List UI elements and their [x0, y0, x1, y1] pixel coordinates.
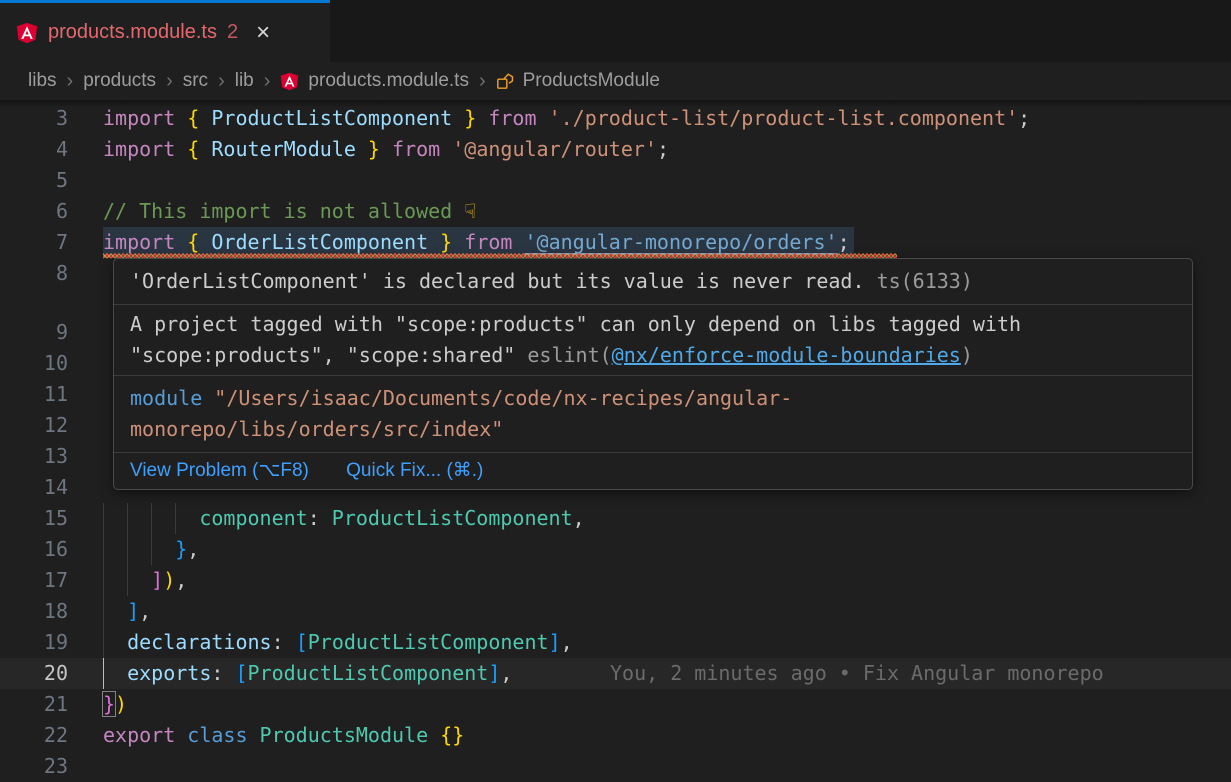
line-number: 20	[0, 658, 68, 689]
breadcrumb-item-symbol[interactable]: ProductsModule	[523, 70, 660, 92]
line-number: 3	[0, 103, 68, 134]
code-text: import { ProductListComponent } from './…	[103, 103, 1030, 134]
line-number: 9	[0, 317, 68, 348]
code-text: ],	[103, 596, 151, 627]
line-number: 18	[0, 596, 68, 627]
code-line-22[interactable]: 22 export class ProductsModule {}	[0, 720, 1231, 751]
code-line-4[interactable]: 4 import { RouterModule } from '@angular/…	[0, 134, 1231, 165]
tab-bar: products.module.ts 2 ×	[0, 0, 1231, 62]
code-editor[interactable]: 3 import { ProductListComponent } from '.…	[0, 100, 1231, 780]
close-icon[interactable]: ×	[256, 21, 270, 45]
module-path-line1: "/Users/isaac/Documents/code/nx-recipes/…	[214, 386, 792, 410]
line-number: 13	[0, 441, 68, 472]
line-number: 10	[0, 348, 68, 379]
code-line-15[interactable]: 15 component: ProductListComponent,	[0, 503, 1231, 534]
code-line-6[interactable]: 6 // This import is not allowed ☟	[0, 196, 1231, 227]
code-text: declarations: [ProductListComponent],	[103, 627, 573, 658]
angular-icon	[280, 72, 299, 91]
line-number: 4	[0, 134, 68, 165]
diagnostic-eslint: A project tagged with "scope:products" c…	[114, 305, 1192, 376]
module-path-line2: monorepo/libs/orders/src/index"	[130, 417, 503, 441]
code-text: exports: [ProductListComponent],	[103, 658, 512, 689]
line-number: 11	[0, 379, 68, 410]
breadcrumb: libs › products › src › lib › products.m…	[0, 62, 1231, 100]
tab-title: products.module.ts	[48, 21, 217, 44]
breadcrumb-item-file[interactable]: products.module.ts	[308, 70, 469, 92]
line-number: 5	[0, 165, 68, 196]
code-line-18[interactable]: 18 ],	[0, 596, 1231, 627]
editor-scroll-shadow	[0, 100, 1231, 107]
git-blame-annotation: You, 2 minutes ago • Fix Angular monorep…	[610, 658, 1104, 689]
line-number: 19	[0, 627, 68, 658]
breadcrumb-item-products[interactable]: products	[83, 70, 156, 92]
line-number: 22	[0, 720, 68, 751]
code-line-3[interactable]: 3 import { ProductListComponent } from '.…	[0, 103, 1231, 134]
line-number: 16	[0, 534, 68, 565]
breadcrumb-separator: ›	[218, 70, 225, 93]
diagnostic-ts-source: ts(6133)	[877, 269, 973, 293]
breadcrumb-item-src[interactable]: src	[183, 70, 208, 92]
vscode-window: { "tab": { "title": "products.module.ts"…	[0, 0, 1231, 780]
line-number: 7	[0, 227, 68, 258]
code-line-17[interactable]: 17 ]),	[0, 565, 1231, 596]
eslint-rule-link[interactable]: @nx/enforce-module-boundaries	[612, 343, 961, 367]
line-number: 21	[0, 689, 68, 720]
hover-actions: View Problem (⌥F8) Quick Fix... (⌘.)	[114, 453, 1192, 489]
line-number: 23	[0, 751, 68, 782]
breadcrumb-item-libs[interactable]: libs	[28, 70, 57, 92]
line-number: 14	[0, 472, 68, 503]
breadcrumb-separator: ›	[166, 70, 173, 93]
class-symbol-icon	[496, 72, 514, 90]
angular-icon	[16, 22, 38, 44]
breadcrumb-separator: ›	[264, 70, 271, 93]
tab-products-module[interactable]: products.module.ts 2 ×	[0, 0, 330, 62]
code-text: component: ProductListComponent,	[103, 503, 585, 534]
diagnostic-ts: 'OrderListComponent' is declared but its…	[114, 259, 1192, 305]
module-keyword: module	[130, 386, 202, 410]
breadcrumb-separator: ›	[479, 70, 486, 93]
code-line-16[interactable]: 16 },	[0, 534, 1231, 565]
code-line-21[interactable]: 21})	[0, 689, 1231, 720]
tab-problems-badge: 2	[227, 21, 238, 44]
diagnostic-ts-message: 'OrderListComponent' is declared but its…	[130, 269, 865, 293]
code-text: export class ProductsModule {}	[103, 720, 464, 751]
code-text: import { RouterModule } from '@angular/r…	[103, 134, 669, 165]
code-text: // This import is not allowed ☟	[103, 196, 476, 227]
code-line-23[interactable]: 23	[0, 751, 1231, 782]
diagnostic-eslint-line2: "scope:products", "scope:shared" eslint(…	[130, 340, 1176, 371]
line-number: 6	[0, 196, 68, 227]
module-info: module "/Users/isaac/Documents/code/nx-r…	[114, 376, 1192, 453]
code-text: ]),	[103, 565, 187, 596]
view-problem-action[interactable]: View Problem (⌥F8)	[130, 460, 309, 481]
quick-fix-action[interactable]: Quick Fix... (⌘.)	[346, 460, 483, 481]
code-text: })	[103, 689, 127, 720]
diagnostic-eslint-line1: A project tagged with "scope:products" c…	[130, 309, 1176, 340]
line-number: 15	[0, 503, 68, 534]
code-line-19[interactable]: 19 declarations: [ProductListComponent],	[0, 627, 1231, 658]
line-number: 8	[0, 258, 68, 289]
line-number: 17	[0, 565, 68, 596]
code-line-20[interactable]: 20 exports: [ProductListComponent], You, …	[0, 658, 1231, 689]
breadcrumb-item-lib[interactable]: lib	[235, 70, 254, 92]
breadcrumb-separator: ›	[67, 70, 74, 93]
line-number: 12	[0, 410, 68, 441]
code-text: },	[103, 534, 199, 565]
error-hover-popup: 'OrderListComponent' is declared but its…	[113, 258, 1193, 490]
code-line-5[interactable]: 5	[0, 165, 1231, 196]
